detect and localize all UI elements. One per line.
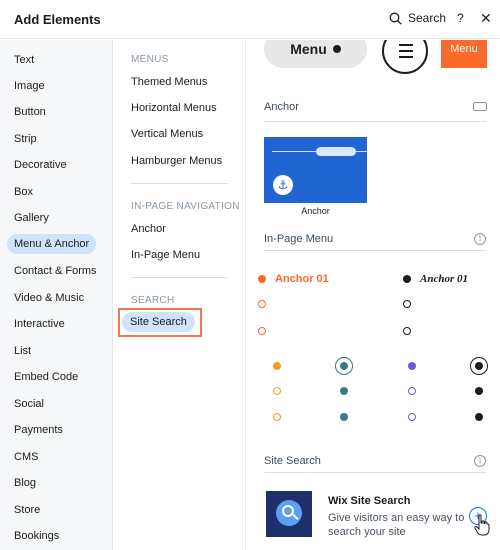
hand-cursor-icon — [474, 514, 490, 536]
category-strip[interactable]: Strip — [14, 133, 37, 145]
category-decorative[interactable]: Decorative — [14, 159, 67, 171]
category-interactive[interactable]: Interactive — [14, 318, 65, 330]
category-menu-anchor[interactable]: Menu & Anchor — [7, 234, 97, 254]
category-list[interactable]: List — [14, 345, 31, 357]
inpage-orange-preview[interactable]: Anchor 01 — [258, 273, 329, 285]
dot-icon — [408, 387, 416, 395]
search-icon — [389, 12, 402, 25]
anchor-preview[interactable]: ⚓ — [264, 137, 367, 203]
dot-icon — [408, 362, 416, 370]
menu-pill-label: Menu — [290, 41, 327, 57]
dot-icon — [273, 362, 281, 370]
help-button[interactable]: ? — [457, 11, 464, 25]
dot-icon — [258, 275, 266, 283]
site-search-thumbnail[interactable] — [266, 491, 312, 537]
dot-icon — [340, 413, 348, 421]
preview-panel: Menu Menu Anchor ⚓ Anchor In-Page Menu i… — [247, 40, 500, 550]
category-store[interactable]: Store — [14, 504, 40, 516]
anchor-section-title: Anchor — [264, 101, 299, 113]
dot-icon — [258, 327, 266, 335]
search-heading: SEARCH — [131, 295, 175, 306]
divider — [131, 183, 228, 184]
info-icon[interactable]: i — [474, 233, 486, 245]
section-divider — [264, 472, 486, 473]
hamburger-menu-preview[interactable] — [382, 40, 428, 74]
category-box[interactable]: Box — [14, 186, 33, 198]
site-search-section-title: Site Search — [264, 455, 321, 467]
category-payments[interactable]: Payments — [14, 424, 63, 436]
hamburger-line — [399, 50, 413, 52]
sub-inpage-menu[interactable]: In-Page Menu — [131, 249, 200, 261]
inpage-orange-label: Anchor 01 — [275, 273, 329, 285]
dot-icon — [273, 387, 281, 395]
dot-icon — [475, 413, 483, 421]
sub-themed-menus[interactable]: Themed Menus — [131, 76, 207, 88]
dot-icon — [475, 387, 483, 395]
section-divider — [264, 121, 486, 122]
dot-icon — [475, 362, 483, 370]
menus-heading: MENUS — [131, 54, 169, 65]
site-search-description: Give visitors an easy way to search your… — [328, 512, 465, 538]
category-video-music[interactable]: Video & Music — [14, 292, 84, 304]
category-image[interactable]: Image — [14, 80, 45, 92]
panel-title: Add Elements — [14, 12, 101, 27]
section-divider — [264, 250, 486, 251]
category-social[interactable]: Social — [14, 398, 44, 410]
divider — [131, 277, 228, 278]
dot-icon — [408, 413, 416, 421]
subcategory-panel: MENUS Themed Menus Horizontal Menus Vert… — [114, 40, 246, 550]
search-button[interactable]: Search — [389, 11, 446, 25]
search-label: Search — [408, 11, 447, 25]
dot-icon — [403, 300, 411, 308]
category-text[interactable]: Text — [14, 54, 34, 66]
dot-icon — [258, 300, 266, 308]
category-button[interactable]: Button — [14, 106, 46, 118]
inpage-black-label: Anchor 01 — [420, 273, 468, 285]
sub-site-search[interactable]: Site Search — [122, 312, 195, 332]
inpage-heading: IN-PAGE NAVIGATION — [131, 201, 240, 212]
sub-vertical-menus[interactable]: Vertical Menus — [131, 128, 203, 140]
category-cms[interactable]: CMS — [14, 451, 38, 463]
category-embed-code[interactable]: Embed Code — [14, 371, 78, 383]
sub-hamburger-menus[interactable]: Hamburger Menus — [131, 155, 222, 167]
hamburger-line — [399, 44, 413, 46]
anchor-handle — [316, 147, 356, 156]
category-contact-forms[interactable]: Contact & Forms — [14, 265, 97, 277]
inpage-section-title: In-Page Menu — [264, 233, 334, 245]
toggle-icon — [473, 102, 487, 111]
category-bookings[interactable]: Bookings — [14, 530, 59, 542]
anchor-icon: ⚓ — [273, 175, 293, 195]
dot-icon — [340, 362, 348, 370]
inpage-black-preview[interactable]: Anchor 01 — [403, 273, 468, 285]
dot-icon — [332, 45, 341, 53]
dot-icon — [403, 327, 411, 335]
category-sidebar: Text Image Button Strip Decorative Box G… — [0, 40, 113, 550]
category-blog[interactable]: Blog — [14, 477, 36, 489]
sub-anchor[interactable]: Anchor — [131, 223, 166, 235]
hamburger-line — [399, 56, 413, 58]
dot-icon — [403, 275, 411, 283]
site-search-title: Wix Site Search — [328, 495, 411, 507]
orange-menu-preview[interactable]: Menu — [441, 40, 487, 68]
category-gallery[interactable]: Gallery — [14, 212, 49, 224]
info-icon[interactable]: i — [474, 455, 486, 467]
dot-icon — [273, 413, 281, 421]
panel-header: Add Elements Search ? ✕ — [0, 0, 500, 39]
close-button[interactable]: ✕ — [480, 10, 492, 27]
menu-pill-preview[interactable]: Menu — [264, 40, 367, 68]
sub-horizontal-menus[interactable]: Horizontal Menus — [131, 102, 217, 114]
anchor-caption: Anchor — [301, 206, 330, 216]
dot-icon — [340, 387, 348, 395]
